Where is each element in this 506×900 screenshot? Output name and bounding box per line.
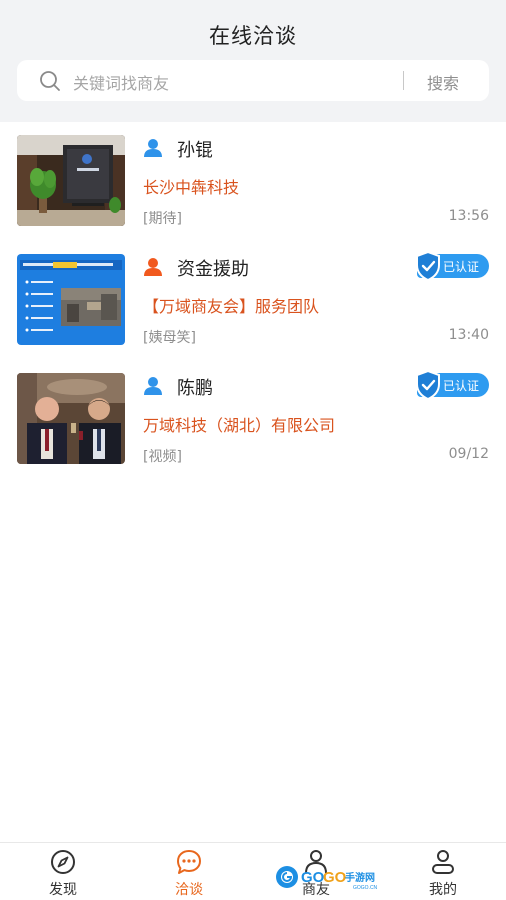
last-message: [期待]	[143, 211, 182, 227]
verified-badge: 已认证	[416, 251, 489, 281]
shield-check-icon	[416, 251, 440, 281]
tab-label: 我的	[429, 882, 457, 898]
tab-mine[interactable]: 我的	[380, 843, 506, 900]
profile-icon	[432, 850, 454, 874]
search-input[interactable]: 关键词找商友	[73, 70, 169, 94]
chat-item[interactable]: 陈鹏 已认证 万域科技（湖北）有限公司 [视频] 09/12	[0, 360, 506, 479]
watermark-logo: GO GO 手游网 GOGO.CN	[276, 866, 378, 891]
person-icon	[144, 139, 162, 157]
person-icon	[144, 258, 162, 276]
tab-chat[interactable]: 洽谈	[126, 843, 252, 900]
shield-check-icon	[416, 370, 440, 400]
person-icon	[144, 377, 162, 395]
compass-icon	[51, 850, 75, 874]
last-message: [姨母笑]	[143, 330, 196, 346]
bottom-tab-bar: 发现 洽谈 商友 我的	[0, 842, 506, 900]
chat-time: 09/12	[448, 446, 489, 462]
search-divider	[403, 71, 404, 90]
chat-company: 万域科技（湖北）有限公司	[143, 416, 336, 435]
svg-text:手游网: 手游网	[345, 871, 375, 884]
chat-item[interactable]: 资金援助 已认证 【万域商友会】服务团队 [姨母笑] 13:40	[0, 241, 506, 360]
verified-label: 已认证	[443, 260, 480, 274]
svg-text:GO: GO	[301, 869, 325, 886]
page-title: 在线洽谈	[209, 24, 297, 48]
chat-thumbnail	[17, 373, 125, 464]
chat-name: 资金援助	[177, 259, 249, 280]
svg-text:GO: GO	[323, 869, 347, 886]
search-bar[interactable]: 关键词找商友 搜索	[17, 60, 489, 101]
chat-name: 陈鹏	[177, 378, 213, 399]
chat-company: 【万域商友会】服务团队	[143, 297, 320, 316]
chat-time: 13:40	[448, 327, 489, 343]
search-icon	[40, 71, 60, 91]
chat-thumbnail	[17, 135, 125, 226]
tab-label: 发现	[49, 882, 77, 898]
chat-bubble-icon	[177, 850, 201, 874]
tab-label: 洽谈	[175, 882, 203, 898]
search-button[interactable]: 搜索	[427, 70, 459, 94]
chat-thumbnail	[17, 254, 125, 345]
chat-item[interactable]: 孙锟 长沙中犇科技 [期待] 13:56	[0, 122, 506, 241]
chat-time: 13:56	[448, 208, 489, 224]
verified-badge: 已认证	[416, 370, 489, 400]
svg-text:GOGO.CN: GOGO.CN	[353, 885, 378, 891]
chat-company: 长沙中犇科技	[143, 178, 240, 197]
verified-label: 已认证	[443, 379, 480, 393]
last-message: [视频]	[143, 449, 182, 465]
chat-name: 孙锟	[177, 140, 213, 161]
header: 在线洽谈 关键词找商友 搜索	[0, 0, 506, 122]
tab-discover[interactable]: 发现	[0, 843, 126, 900]
